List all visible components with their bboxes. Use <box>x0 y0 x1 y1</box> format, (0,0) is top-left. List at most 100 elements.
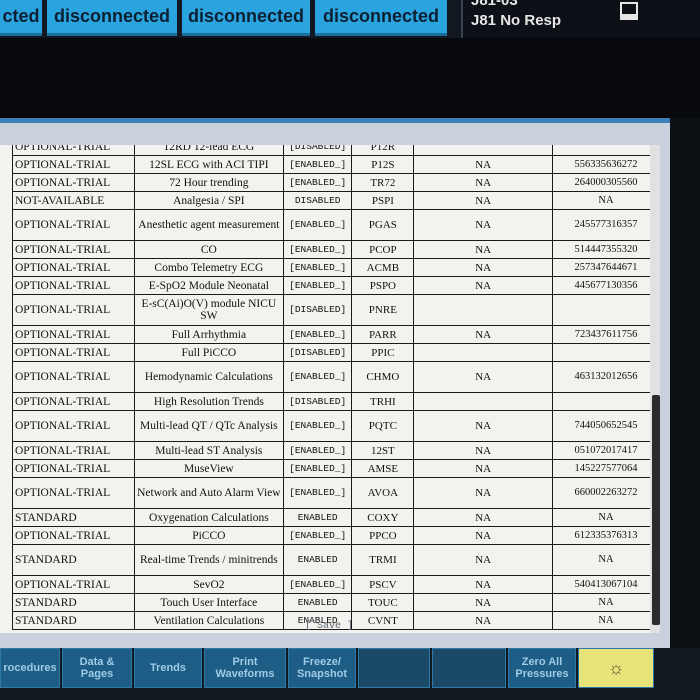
table-row[interactable]: STANDARD Touch User Interface ENABLED TOUC N… <box>12 593 660 612</box>
freeze-snapshot-button[interactable]: Freeze/ Snapshot <box>288 648 356 688</box>
disabled-button-2[interactable] <box>432 648 506 688</box>
key-cell: NA <box>552 544 660 576</box>
status-cell: [ENABLED_] <box>282 240 353 259</box>
options-table-area: OPTIONAL-TRIAL 12RD 12-lead ECG [DISABLED]… <box>0 145 660 633</box>
key-cell: 744050652545 <box>552 410 660 442</box>
key-cell: 145227577064 <box>552 459 660 478</box>
table-row[interactable]: STANDARD Real-time Trends / minitrends ENA… <box>12 544 660 576</box>
code-cell: P12S <box>351 155 415 174</box>
table-row[interactable]: NOT-AVAILABLE Analgesia / SPI DISABLED PSPI… <box>12 191 660 210</box>
activation-cell: NA <box>413 209 554 241</box>
table-row[interactable]: OPTIONAL-TRIAL E-sC(Ai)O(V) module NICU S… <box>12 294 660 326</box>
table-row[interactable]: STANDARD Oxygenation Calculations ENABLED C… <box>12 508 660 527</box>
activation-cell: NA <box>413 325 554 344</box>
license-cell: OPTIONAL-TRIAL <box>12 240 135 259</box>
feature-name-cell: Multi-lead QT / QTc Analysis <box>133 410 284 442</box>
feature-name-cell: Ventilation Calculations <box>133 611 284 630</box>
key-cell: 556335636272 <box>552 155 660 174</box>
code-cell: PCOP <box>351 240 415 259</box>
table-row[interactable]: OPTIONAL-TRIAL E-SpO2 Module Neonatal [ENA… <box>12 276 660 295</box>
status-cell: ENABLED <box>282 593 353 612</box>
key-cell <box>552 294 660 326</box>
license-cell: OPTIONAL-TRIAL <box>12 325 135 344</box>
table-row[interactable]: OPTIONAL-TRIAL 12SL ECG with ACI TIPI [ENA… <box>12 155 660 174</box>
activation-cell: NA <box>413 441 554 460</box>
activation-cell: NA <box>413 526 554 545</box>
status-cell: [ENABLED_] <box>282 459 353 478</box>
license-cell: OPTIONAL-TRIAL <box>12 441 135 460</box>
table-row[interactable]: OPTIONAL-TRIAL SevO2 [ENABLED_] PSCV NA 54041… <box>12 575 660 594</box>
status-cell: [DISABLED] <box>282 343 353 362</box>
license-cell: OPTIONAL-TRIAL <box>12 258 135 277</box>
status-cell: [ENABLED_] <box>282 258 353 277</box>
license-cell: OPTIONAL-TRIAL <box>12 575 135 594</box>
alarm-message-box[interactable]: J81-03 J81 No Resp <box>461 0 700 38</box>
connection-status-button-4[interactable]: disconnected <box>315 0 447 36</box>
feature-name-cell: 72 Hour trending <box>133 173 284 192</box>
connection-status-button-3[interactable]: disconnected <box>182 0 310 36</box>
license-cell: OPTIONAL-TRIAL <box>12 526 135 545</box>
table-row[interactable]: OPTIONAL-TRIAL 72 Hour trending [ENABLED_]… <box>12 173 660 192</box>
key-cell: 514447355320 <box>552 240 660 259</box>
table-row[interactable]: OPTIONAL-TRIAL Hemodynamic Calculations [E… <box>12 361 660 393</box>
top-status-bar: cted disconnected disconnected disconnec… <box>0 0 700 38</box>
connection-status-button-2[interactable]: disconnected <box>47 0 177 36</box>
key-cell: NA <box>552 508 660 527</box>
feature-name-cell: CO <box>133 240 284 259</box>
status-cell: [ENABLED_] <box>282 173 353 192</box>
table-row[interactable]: OPTIONAL-TRIAL MuseView [ENABLED_] AMSE NA 14… <box>12 459 660 478</box>
code-cell: TOUC <box>351 593 415 612</box>
license-cell: OPTIONAL-TRIAL <box>12 294 135 326</box>
license-cell: OPTIONAL-TRIAL <box>12 276 135 295</box>
table-row[interactable]: OPTIONAL-TRIAL 12RD 12-lead ECG [DISABLED]… <box>12 145 660 156</box>
save-button[interactable]: [ Save ] <box>305 621 353 632</box>
status-cell: [ENABLED_] <box>282 276 353 295</box>
table-row[interactable]: OPTIONAL-TRIAL PiCCO [ENABLED_] PPCO NA 61233… <box>12 526 660 545</box>
code-cell: PPIC <box>351 343 415 362</box>
code-cell: AMSE <box>351 459 415 478</box>
feature-name-cell: Real-time Trends / minitrends <box>133 544 284 576</box>
table-row[interactable]: OPTIONAL-TRIAL Full Arrhythmia [ENABLED_] P… <box>12 325 660 344</box>
feature-name-cell: SevO2 <box>133 575 284 594</box>
table-row[interactable]: OPTIONAL-TRIAL Network and Auto Alarm Vie… <box>12 477 660 509</box>
status-cell: [DISABLED] <box>282 392 353 411</box>
feature-name-cell: Touch User Interface <box>133 593 284 612</box>
table-row[interactable]: OPTIONAL-TRIAL Full PiCCO [DISABLED] PPIC <box>12 343 660 362</box>
connection-status-button-1[interactable]: cted <box>0 0 42 36</box>
activation-cell: NA <box>413 544 554 576</box>
table-row[interactable]: OPTIONAL-TRIAL Multi-lead QT / QTc Analys… <box>12 410 660 442</box>
alarm-silence-icon[interactable] <box>620 2 638 20</box>
key-cell: 264000305560 <box>552 173 660 192</box>
table-row[interactable]: OPTIONAL-TRIAL CO [ENABLED_] PCOP NA 51444735… <box>12 240 660 259</box>
activation-cell: NA <box>413 258 554 277</box>
print-waveforms-button[interactable]: Print Waveforms <box>204 648 286 688</box>
table-row[interactable]: OPTIONAL-TRIAL Multi-lead ST Analysis [ENA… <box>12 441 660 460</box>
procedures-button[interactable]: rocedures <box>0 648 60 688</box>
data-pages-button[interactable]: Data & Pages <box>62 648 132 688</box>
table-row[interactable]: OPTIONAL-TRIAL High Resolution Trends [DIS… <box>12 392 660 411</box>
status-cell: [ENABLED_] <box>282 361 353 393</box>
activation-cell: NA <box>413 477 554 509</box>
key-cell: 463132012656 <box>552 361 660 393</box>
license-cell: STANDARD <box>12 544 135 576</box>
key-cell: 723437611756 <box>552 325 660 344</box>
zero-all-pressures-button[interactable]: Zero All Pressures <box>508 648 576 688</box>
status-cell: [ENABLED_] <box>282 526 353 545</box>
feature-name-cell: Combo Telemetry ECG <box>133 258 284 277</box>
table-row[interactable]: OPTIONAL-TRIAL Anesthetic agent measureme… <box>12 209 660 241</box>
scrollbar-thumb[interactable] <box>652 395 660 625</box>
activation-cell: NA <box>413 611 554 630</box>
alarm-reset-button[interactable]: ☼ <box>578 648 654 688</box>
code-cell: PQTC <box>351 410 415 442</box>
feature-name-cell: E-SpO2 Module Neonatal <box>133 276 284 295</box>
trends-button[interactable]: Trends <box>134 648 202 688</box>
table-row[interactable]: OPTIONAL-TRIAL Combo Telemetry ECG [ENABLE… <box>12 258 660 277</box>
activation-cell <box>413 343 554 362</box>
disabled-button-1[interactable] <box>358 648 430 688</box>
activation-cell: NA <box>413 508 554 527</box>
license-cell: OPTIONAL-TRIAL <box>12 145 135 156</box>
license-cell: OPTIONAL-TRIAL <box>12 209 135 241</box>
license-cell: OPTIONAL-TRIAL <box>12 392 135 411</box>
code-cell: COXY <box>351 508 415 527</box>
license-cell: OPTIONAL-TRIAL <box>12 410 135 442</box>
